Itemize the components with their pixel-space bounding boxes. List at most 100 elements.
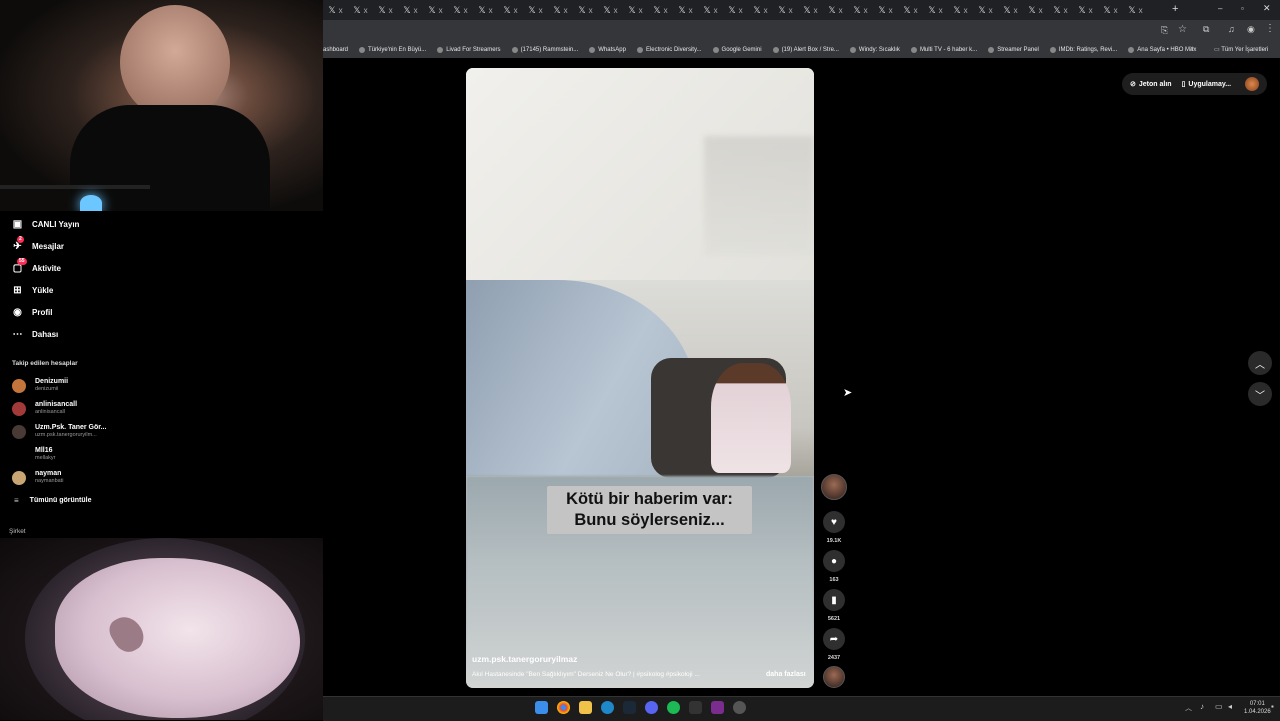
nav-item-inbox[interactable]: ✈ 2 Mesajlar [12,235,312,257]
edge-icon[interactable] [601,701,614,714]
bookmarks-overflow[interactable]: » [1190,45,1194,52]
browser-tab[interactable]: 𝕏x [773,0,798,20]
close-tab-icon[interactable]: x [764,6,768,15]
close-tab-icon[interactable]: x [1139,6,1143,15]
avatar[interactable] [1245,77,1260,91]
bookmark-item[interactable]: WhatsApp [589,47,626,53]
close-tab-icon[interactable]: x [364,6,368,15]
browser-tab[interactable]: 𝕏x [973,0,998,20]
followed-account[interactable]: Mll16 mellakyr [12,443,312,466]
chrome-icon[interactable] [557,701,570,714]
browser-tab[interactable]: 𝕏x [648,0,673,20]
close-tab-icon[interactable]: x [1014,6,1018,15]
next-video-button[interactable]: ﹀ [1248,382,1272,406]
browser-tab[interactable]: 𝕏x [998,0,1023,20]
browser-tab[interactable]: 𝕏x [373,0,398,20]
windows-start-icon[interactable] [535,701,548,714]
close-tab-icon[interactable]: x [639,6,643,15]
close-tab-icon[interactable]: x [539,6,543,15]
bookmark-item[interactable]: Windy: Sıcaklık [849,47,900,53]
get-app-button[interactable]: ▯ Uygulamay... [1182,80,1232,89]
get-coins-button[interactable]: ⊘ Jeton alın [1130,80,1172,89]
bookmark-item[interactable]: Türkiye'nin En Büyü... [359,47,426,53]
bookmark-item[interactable]: Electronic Diversity... [636,47,702,53]
close-tab-icon[interactable]: x [814,6,818,15]
browser-tab[interactable]: 𝕏x [598,0,623,20]
browser-tab[interactable]: 𝕏x [1073,0,1098,20]
followed-account[interactable]: Denizumii denizumii [12,374,312,397]
like-button[interactable]: ♥ 19.1K [822,511,846,544]
creator-avatar[interactable] [821,474,847,500]
browser-tab[interactable]: 𝕏x [423,0,448,20]
volume-icon[interactable]: ◂ [1228,702,1232,711]
browser-tab[interactable]: 𝕏x [523,0,548,20]
browser-tab[interactable]: 𝕏x [448,0,473,20]
nav-item-more[interactable]: ⋯ Dahası [12,323,312,345]
close-tab-icon[interactable]: x [964,6,968,15]
close-tab-icon[interactable]: x [339,6,343,15]
comment-button[interactable]: ● 163 [822,550,846,583]
close-tab-icon[interactable]: x [1039,6,1043,15]
followed-account[interactable]: Uzm.Psk. Taner Gör... uzm.psk.tanergorury… [12,420,312,443]
browser-tab[interactable]: 𝕏x [698,0,723,20]
bookmark-star-icon[interactable]: ☆ [1178,24,1187,35]
browser-tab[interactable]: 𝕏x [473,0,498,20]
close-tab-icon[interactable]: x [589,6,593,15]
browser-tab[interactable]: 𝕏x [798,0,823,20]
close-tab-icon[interactable]: x [739,6,743,15]
bookmark-item[interactable]: (17145) Rammstein... [511,47,578,53]
bookmark-item[interactable]: (19) Alert Box / Stre... [772,47,839,53]
browser-tab[interactable]: 𝕏x [1098,0,1123,20]
close-tab-icon[interactable]: x [664,6,668,15]
browser-tab[interactable]: 𝕏x [748,0,773,20]
close-tab-icon[interactable]: x [439,6,443,15]
monitor-icon[interactable]: ▭ [1215,702,1223,711]
browser-tab[interactable]: 𝕏x [348,0,373,20]
video-player[interactable] [466,68,814,688]
profile-icon[interactable]: ◉ [1247,24,1255,35]
epic-games-icon[interactable] [689,701,702,714]
nav-item-live[interactable]: ▣ CANLI Yayın [12,213,312,235]
nav-item-activity[interactable]: ▢ 55 Aktivite [12,257,312,279]
cast-icon[interactable]: ⎘ [1161,25,1168,36]
extensions-icon[interactable]: ⧉ [1203,24,1209,35]
save-button[interactable]: ▮ 5621 [822,589,846,622]
close-tab-icon[interactable]: x [689,6,693,15]
bookmark-item[interactable]: Multi TV - 6 haber k... [910,47,977,53]
nav-item-upload[interactable]: ⊞ Yükle [12,279,312,301]
browser-tab[interactable]: 𝕏x [323,0,348,20]
close-tab-icon[interactable]: x [889,6,893,15]
bookmark-item[interactable]: Streamer Panel [988,47,1039,53]
browser-tab[interactable]: 𝕏x [498,0,523,20]
close-tab-icon[interactable]: x [1064,6,1068,15]
browser-tab[interactable]: 𝕏x [848,0,873,20]
close-tab-icon[interactable]: x [389,6,393,15]
steam-icon[interactable] [623,701,636,714]
close-tab-icon[interactable]: x [1114,6,1118,15]
nav-item-profile[interactable]: ◉ Profil [12,301,312,323]
tray-overflow-icon[interactable]: ︿ [1185,703,1192,713]
new-tab-button[interactable]: + [1172,3,1178,15]
browser-tab[interactable]: 𝕏x [1123,0,1148,20]
browser-tab[interactable]: 𝕏x [723,0,748,20]
discord-icon[interactable] [645,701,658,714]
close-tab-icon[interactable]: x [914,6,918,15]
taskbar-clock[interactable]: 07:01 1.04.2026 [1244,700,1271,716]
browser-tab[interactable]: 𝕏x [823,0,848,20]
close-tab-icon[interactable]: x [514,6,518,15]
browser-tab[interactable]: 𝕏x [1048,0,1073,20]
bookmark-item[interactable]: IMDb: Ratings, Revi... [1049,47,1117,53]
browser-tab[interactable]: 𝕏x [873,0,898,20]
browser-tab[interactable]: 𝕏x [573,0,598,20]
close-tab-icon[interactable]: x [564,6,568,15]
close-tab-icon[interactable]: x [414,6,418,15]
bookmark-item[interactable]: Google Gemini [712,47,762,53]
close-tab-icon[interactable]: x [789,6,793,15]
close-tab-icon[interactable]: x [614,6,618,15]
close-tab-icon[interactable]: x [1089,6,1093,15]
browser-tab[interactable]: 𝕏x [673,0,698,20]
next-app-icon[interactable] [711,701,724,714]
browser-tab[interactable]: 𝕏x [548,0,573,20]
minimize-button[interactable]: – [1218,4,1222,13]
bookmark-item[interactable]: ashboard [323,47,348,53]
